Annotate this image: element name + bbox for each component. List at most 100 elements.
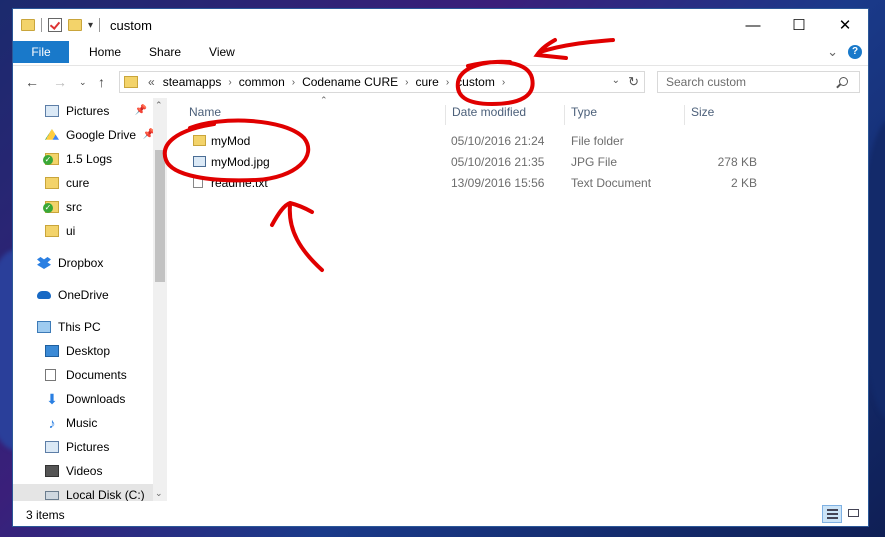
divider — [99, 18, 101, 32]
breadcrumb-common[interactable]: common — [235, 75, 289, 89]
this-pc-icon — [37, 321, 51, 333]
column-header-date-modified[interactable]: Date modified — [445, 105, 562, 125]
sidebar-item-label: cure — [66, 176, 90, 190]
sidebar-item-local-disk[interactable]: Local Disk (C:) — [13, 484, 153, 501]
folder-icon — [193, 135, 206, 146]
status-bar: 3 items — [13, 504, 868, 526]
properties-icon[interactable] — [48, 18, 62, 32]
expand-ribbon-icon[interactable]: ⌄ — [827, 44, 838, 60]
sidebar-item-dropbox[interactable]: Dropbox — [37, 252, 103, 274]
pin-icon[interactable]: 📌 — [135, 105, 147, 116]
navigation-pane-scrollbar[interactable]: ⌃ ⌄ — [153, 98, 167, 501]
scroll-down-icon[interactable]: ⌄ — [155, 488, 163, 499]
up-arrow-icon[interactable]: ↑ — [98, 74, 105, 90]
sidebar-item-src[interactable]: src — [43, 196, 82, 218]
sidebar-item-label: OneDrive — [58, 288, 109, 302]
sidebar-item-1-5-logs[interactable]: 1.5 Logs — [43, 148, 113, 170]
sidebar-item-onedrive[interactable]: OneDrive — [37, 284, 109, 306]
sidebar-item-label: Google Drive — [66, 128, 137, 142]
breadcrumb-separator-icon[interactable]: › — [402, 77, 411, 88]
documents-icon — [45, 369, 56, 381]
sidebar-item-label: Videos — [66, 464, 103, 478]
local-disk-icon — [45, 490, 59, 500]
file-name: myMod.jpg — [211, 155, 270, 169]
breadcrumb-cure[interactable]: cure — [411, 75, 442, 89]
sidebar-item-pictures[interactable]: Pictures — [45, 436, 109, 458]
address-history-dropdown-icon[interactable]: ⌄ — [612, 75, 620, 86]
column-header-type[interactable]: Type — [564, 105, 679, 125]
breadcrumb-separator-icon[interactable]: › — [499, 77, 508, 88]
address-bar[interactable]: « steamapps › common › Codename CURE › c… — [119, 71, 645, 93]
details-view-button[interactable] — [822, 505, 842, 523]
scroll-up-icon[interactable]: ⌃ — [155, 100, 163, 111]
breadcrumb-codename-cure[interactable]: Codename CURE — [298, 75, 402, 89]
file-row[interactable]: readme.txt 13/09/2016 15:56 Text Documen… — [183, 173, 763, 194]
folder-icon — [45, 225, 59, 237]
breadcrumb-overflow[interactable]: « — [144, 75, 159, 89]
scrollbar-thumb[interactable] — [155, 150, 165, 282]
breadcrumb-separator-icon[interactable]: › — [289, 77, 298, 88]
google-drive-icon — [45, 129, 59, 140]
tab-view[interactable]: View — [195, 41, 249, 63]
breadcrumb-separator-icon[interactable]: › — [225, 77, 234, 88]
sidebar-item-desktop[interactable]: Desktop — [45, 340, 110, 362]
maximize-button[interactable]: ☐ — [776, 9, 822, 41]
sidebar-item-ui[interactable]: ui — [45, 220, 75, 242]
sidebar-item-downloads[interactable]: ⬇ Downloads — [45, 388, 125, 410]
customize-toolbar-dropdown-icon[interactable]: ▾ — [88, 20, 93, 31]
desktop-icon — [45, 345, 59, 357]
column-header-name[interactable]: Name — [183, 105, 443, 125]
dropbox-icon — [37, 257, 51, 269]
file-type: Text Document — [571, 176, 652, 190]
sidebar-item-this-pc[interactable]: This PC — [37, 316, 101, 338]
forward-arrow-icon[interactable]: → — [53, 74, 67, 90]
tab-home[interactable]: Home — [75, 41, 135, 63]
navigation-pane: Pictures 📌 Google Drive 📌 1.5 Logs cure … — [13, 98, 165, 501]
file-date-modified: 13/09/2016 15:56 — [451, 176, 545, 190]
file-size: 2 KB — [730, 176, 757, 190]
sidebar-item-pictures-pinned[interactable]: Pictures 📌 — [45, 100, 151, 122]
folder-icon — [124, 76, 138, 88]
onedrive-icon — [37, 291, 51, 299]
sidebar-item-label: Documents — [66, 368, 127, 382]
text-file-icon — [193, 177, 203, 188]
divider — [41, 18, 42, 32]
breadcrumb-custom[interactable]: custom — [452, 75, 499, 89]
folder-icon — [21, 19, 35, 31]
tab-file[interactable]: File — [13, 41, 69, 63]
back-arrow-icon[interactable]: ← — [25, 74, 39, 90]
synced-folder-icon — [43, 201, 59, 213]
file-row[interactable]: myMod 05/10/2016 21:24 File folder — [183, 131, 763, 152]
search-input[interactable]: Search custom — [657, 71, 860, 93]
new-folder-icon[interactable] — [68, 19, 82, 31]
large-icons-view-button[interactable] — [844, 505, 864, 523]
sidebar-item-documents[interactable]: Documents — [45, 364, 127, 386]
ribbon-tabs: File Home Share View ⌄ ? — [13, 41, 868, 63]
videos-icon — [45, 465, 59, 477]
file-name: readme.txt — [211, 176, 268, 190]
column-header-size[interactable]: Size — [684, 105, 761, 125]
sidebar-item-cure[interactable]: cure — [45, 172, 89, 194]
breadcrumb-steamapps[interactable]: steamapps — [159, 75, 226, 89]
close-button[interactable]: ✕ — [822, 9, 868, 41]
minimize-button[interactable]: — — [730, 9, 776, 41]
recent-locations-dropdown-icon[interactable]: ⌄ — [79, 77, 87, 88]
sidebar-item-label: Pictures — [66, 440, 110, 454]
file-row[interactable]: myMod.jpg 05/10/2016 21:35 JPG File 278 … — [183, 152, 763, 173]
sidebar-item-google-drive[interactable]: Google Drive 📌 — [45, 124, 155, 146]
window-title: custom — [110, 17, 152, 33]
breadcrumb-separator-icon[interactable]: › — [443, 77, 452, 88]
file-size: 278 KB — [717, 155, 757, 169]
search-icon[interactable] — [839, 77, 848, 86]
pictures-icon — [45, 105, 59, 117]
sidebar-item-music[interactable]: ♪ Music — [45, 412, 98, 434]
sidebar-item-label: ui — [66, 224, 76, 238]
tab-share[interactable]: Share — [135, 41, 195, 63]
sidebar-item-label: 1.5 Logs — [66, 152, 113, 166]
pictures-icon — [45, 441, 59, 453]
help-icon[interactable]: ? — [848, 45, 862, 59]
sidebar-item-label: Dropbox — [58, 256, 104, 270]
image-file-icon — [193, 156, 206, 167]
refresh-icon[interactable]: ↻ — [628, 74, 639, 90]
sidebar-item-videos[interactable]: Videos — [45, 460, 102, 482]
